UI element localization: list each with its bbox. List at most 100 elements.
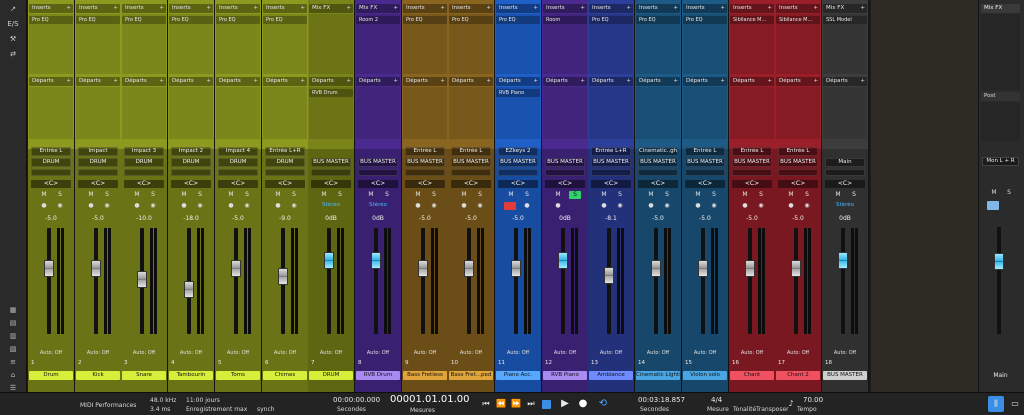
add-send-icon[interactable]: +	[159, 77, 164, 86]
rewind-button[interactable]: ⏪	[496, 399, 506, 409]
routing-slot[interactable]	[732, 169, 772, 176]
output-selector[interactable]: DRUM	[31, 158, 71, 167]
solo-button[interactable]: S	[707, 191, 721, 199]
stereo-mode[interactable]: Stéréo	[311, 202, 351, 211]
volume-readout[interactable]: 0dB	[308, 214, 354, 223]
add-insert-icon[interactable]: +	[626, 4, 631, 13]
fader-track[interactable]	[701, 228, 705, 334]
forward-button[interactable]: ⏩	[511, 399, 521, 409]
input-selector[interactable]: Impact	[78, 147, 118, 156]
routing-slot[interactable]	[638, 169, 678, 176]
pan-control[interactable]: <C>	[825, 180, 865, 188]
monitor-button[interactable]: ◉	[427, 202, 441, 210]
add-send-icon[interactable]: +	[206, 77, 211, 86]
panel-toggle-2-icon[interactable]: ▥	[2, 331, 24, 342]
insert-slot[interactable]: Pro EQ	[169, 16, 213, 24]
inserts-header[interactable]: Inserts +	[636, 4, 680, 13]
routing-slot[interactable]	[171, 169, 211, 176]
pan-control[interactable]: <C>	[778, 180, 818, 188]
monitor-button[interactable]: ◉	[473, 202, 487, 210]
input-selector[interactable]: Entrée L+R	[265, 147, 305, 156]
record-arm-button[interactable]: ●	[224, 202, 238, 210]
monitor-button[interactable]: ◉	[146, 202, 160, 210]
output-selector[interactable]: BUS MASTER	[778, 158, 818, 167]
input-selector[interactable]: Entrée L	[451, 147, 491, 156]
stop-button[interactable]	[542, 400, 551, 409]
channel-name-label[interactable]: RVB Drum	[356, 371, 400, 380]
channel-name-label[interactable]: Toms	[216, 371, 260, 380]
input-selector[interactable]: Impact 4	[218, 147, 258, 156]
automation-mode[interactable]: Auto: Off	[215, 350, 261, 356]
insert-slot[interactable]: Pro EQ	[683, 16, 727, 24]
add-insert-icon[interactable]: +	[767, 4, 772, 13]
pan-control[interactable]: <C>	[311, 180, 351, 188]
departs-header[interactable]: Départs +	[216, 77, 260, 86]
record-arm-button[interactable]: ●	[457, 202, 471, 210]
fader-track[interactable]	[748, 228, 752, 334]
metronome-icon[interactable]: ♪	[786, 399, 796, 409]
add-send-icon[interactable]: +	[113, 77, 118, 86]
transpose-label[interactable]: Transposer	[756, 406, 789, 413]
monitor-button[interactable]: ◉	[53, 202, 67, 210]
output-selector[interactable]: DRUM	[218, 158, 258, 167]
volume-readout[interactable]: -5.0	[729, 214, 775, 223]
volume-readout[interactable]: -5.0	[775, 214, 821, 223]
solo-button[interactable]: S	[193, 191, 207, 199]
panel-toggle-5-icon[interactable]: ⌂	[2, 370, 24, 381]
add-insert-icon[interactable]: +	[720, 4, 725, 13]
add-send-icon[interactable]: +	[580, 77, 585, 86]
mute-button[interactable]: M	[691, 191, 705, 199]
mute-button[interactable]: M	[411, 191, 425, 199]
output-selector[interactable]: BUS MASTER	[545, 158, 585, 167]
automation-mode[interactable]: Auto: Off	[495, 350, 541, 356]
inserts-header[interactable]: Inserts +	[403, 4, 447, 13]
midi-performances-label[interactable]: MIDI Performances	[80, 402, 136, 409]
mute-button[interactable]: M	[317, 191, 331, 199]
fader-knob[interactable]	[745, 260, 755, 277]
monitor-button[interactable]: ◉	[613, 202, 627, 210]
monitor-button[interactable]: ◉	[193, 202, 207, 210]
insert-slot[interactable]: Pro EQ	[449, 16, 493, 24]
mute-button[interactable]: M	[457, 191, 471, 199]
inserts-header[interactable]: Inserts +	[730, 4, 774, 13]
add-insert-icon[interactable]: +	[346, 4, 351, 13]
mute-button[interactable]: M	[738, 191, 752, 199]
channel-name-label[interactable]: Violon solo	[683, 371, 727, 380]
departs-header[interactable]: Départs +	[309, 77, 353, 86]
record-arm-button[interactable]: ●	[784, 202, 798, 210]
volume-readout[interactable]: -5.0	[682, 214, 728, 223]
monitor-button[interactable]: ◉	[754, 202, 768, 210]
inserts-header[interactable]: Inserts +	[683, 4, 727, 13]
solo-button[interactable]: S	[613, 191, 627, 199]
routing-slot[interactable]	[218, 169, 258, 176]
solo-button[interactable]: S	[660, 191, 674, 199]
time-signature[interactable]: 4/4	[711, 396, 722, 404]
main-output-selector[interactable]: Mon L + R	[982, 157, 1019, 166]
fader-knob[interactable]	[604, 267, 614, 284]
add-insert-icon[interactable]: +	[206, 4, 211, 13]
monitor-button[interactable]: ●	[520, 202, 534, 210]
fader-knob[interactable]	[184, 281, 194, 298]
input-selector[interactable]: Cinematic..ghts	[638, 147, 678, 156]
automation-mode[interactable]: Auto: Off	[682, 350, 728, 356]
main-mute-button[interactable]: M	[988, 189, 1000, 197]
fader-track[interactable]	[561, 228, 565, 334]
volume-readout[interactable]: -5.0	[635, 214, 681, 223]
volume-readout[interactable]: 0dB	[542, 214, 588, 223]
insert-slot[interactable]: Pro EQ	[76, 16, 120, 24]
volume-readout[interactable]: -5.0	[402, 214, 448, 223]
output-selector[interactable]: DRUM	[171, 158, 211, 167]
output-selector[interactable]: Main	[825, 158, 865, 167]
add-insert-icon[interactable]: +	[113, 4, 118, 13]
channel-name-label[interactable]: BUS MASTER	[823, 371, 867, 380]
add-insert-icon[interactable]: +	[533, 4, 538, 13]
volume-readout[interactable]: -5.0	[215, 214, 261, 223]
insert-slot[interactable]: Pro EQ	[122, 16, 166, 24]
record-arm-button[interactable]: ●	[130, 202, 144, 210]
pan-control[interactable]: <C>	[545, 180, 585, 188]
fader-track[interactable]	[794, 228, 798, 334]
fader-knob[interactable]	[44, 260, 54, 277]
automation-mode[interactable]: Auto: Off	[75, 350, 121, 356]
volume-readout[interactable]: 0dB	[355, 214, 401, 223]
routing-slot[interactable]	[545, 169, 585, 176]
